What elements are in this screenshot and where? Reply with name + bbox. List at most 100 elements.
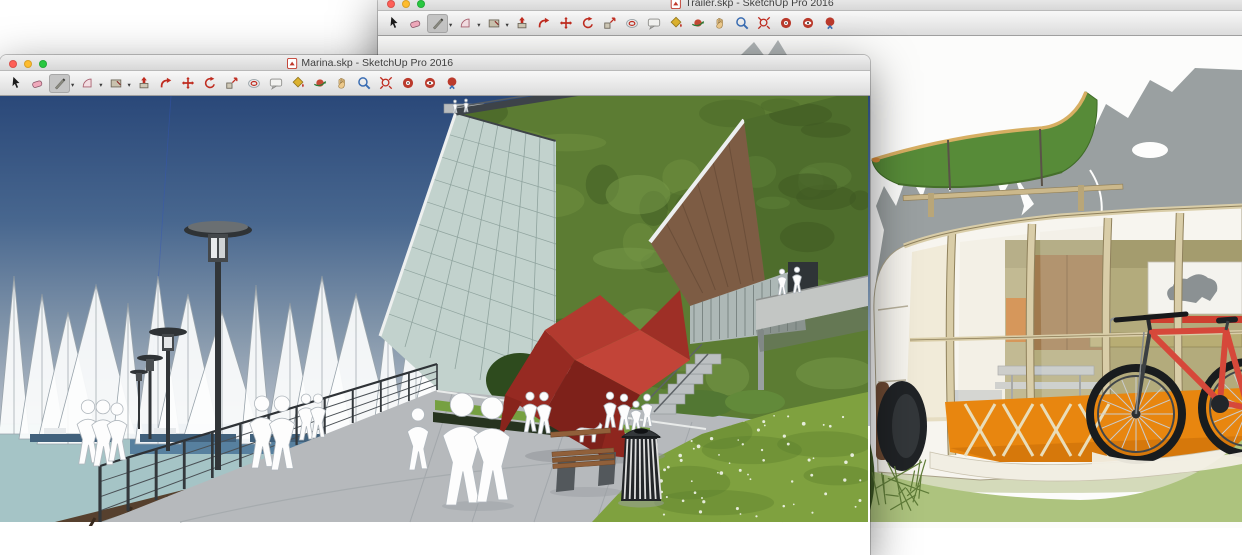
bear-graphic bbox=[1148, 262, 1242, 314]
tool-eraser-button[interactable] bbox=[27, 74, 48, 93]
offset-icon bbox=[625, 16, 639, 30]
push-pull-icon bbox=[137, 76, 151, 90]
tool-scale-button[interactable] bbox=[222, 74, 243, 93]
tool-orbit-button[interactable] bbox=[310, 74, 331, 93]
dropdown-caret-icon[interactable]: ▾ bbox=[128, 83, 131, 90]
tool-walk-button[interactable] bbox=[820, 14, 841, 33]
select-icon bbox=[9, 76, 23, 90]
tool-position-camera-button[interactable] bbox=[776, 14, 797, 33]
tool-push-pull-button[interactable] bbox=[134, 74, 155, 93]
window-title: Trailer.skp - SketchUp Pro 2016 bbox=[670, 0, 833, 9]
close-button[interactable] bbox=[387, 0, 395, 8]
tool-position-camera-button[interactable] bbox=[398, 74, 419, 93]
minimize-button[interactable] bbox=[402, 0, 410, 8]
tool-move-button[interactable] bbox=[556, 14, 577, 33]
scale-icon bbox=[225, 76, 239, 90]
tool-zoom-button[interactable] bbox=[732, 14, 753, 33]
tool-eraser-button[interactable] bbox=[405, 14, 426, 33]
walk-icon bbox=[823, 16, 837, 30]
tool-push-pull-button[interactable] bbox=[512, 14, 533, 33]
tool-shapes-button[interactable] bbox=[484, 14, 505, 33]
tool-shapes-button[interactable] bbox=[106, 74, 127, 93]
shapes-icon bbox=[487, 16, 501, 30]
zoom-button[interactable] bbox=[417, 0, 425, 8]
tool-tape-measure-button[interactable] bbox=[644, 14, 665, 33]
window-title-text: Trailer.skp - SketchUp Pro 2016 bbox=[685, 0, 833, 9]
tool-orbit-button[interactable] bbox=[688, 14, 709, 33]
tool-move-button[interactable] bbox=[178, 74, 199, 93]
pan-icon bbox=[335, 76, 349, 90]
tool-look-around-button[interactable] bbox=[798, 14, 819, 33]
tool-look-around-button[interactable] bbox=[420, 74, 441, 93]
close-button[interactable] bbox=[9, 60, 17, 68]
follow-me-icon bbox=[159, 76, 173, 90]
tool-select-button[interactable] bbox=[383, 14, 404, 33]
dropdown-caret-icon[interactable]: ▾ bbox=[449, 23, 452, 30]
window-title-text: Marina.skp - SketchUp Pro 2016 bbox=[301, 57, 453, 69]
toolbar: ▾ ▾ ▾ bbox=[0, 71, 870, 96]
trash-can bbox=[618, 428, 664, 507]
dropdown-caret-icon[interactable]: ▾ bbox=[71, 83, 74, 90]
tool-rotate-button[interactable] bbox=[578, 14, 599, 33]
follow-me-icon bbox=[537, 16, 551, 30]
tool-zoom-extents-button[interactable] bbox=[754, 14, 775, 33]
tool-pan-button[interactable] bbox=[710, 14, 731, 33]
tool-follow-me-button[interactable] bbox=[156, 74, 177, 93]
tool-follow-me-button[interactable] bbox=[534, 14, 555, 33]
tool-paint-bucket-button[interactable] bbox=[666, 14, 687, 33]
tape-measure-icon bbox=[269, 76, 283, 90]
zoom-icon bbox=[735, 16, 749, 30]
marina-drawing bbox=[0, 96, 870, 526]
paint-bucket-icon bbox=[291, 76, 305, 90]
walk-icon bbox=[445, 76, 459, 90]
select-icon bbox=[387, 16, 401, 30]
camper-wheel bbox=[876, 381, 927, 471]
tool-line-button[interactable] bbox=[49, 74, 70, 93]
move-icon bbox=[559, 16, 573, 30]
tape-measure-icon bbox=[647, 16, 661, 30]
shapes-icon bbox=[109, 76, 123, 90]
tool-offset-button[interactable] bbox=[244, 74, 265, 93]
dropdown-caret-icon[interactable]: ▾ bbox=[99, 83, 102, 90]
rotate-icon bbox=[203, 76, 217, 90]
push-pull-icon bbox=[515, 16, 529, 30]
window-controls bbox=[387, 0, 425, 8]
sketchup-doc-icon bbox=[670, 0, 681, 9]
paint-bucket-icon bbox=[669, 16, 683, 30]
line-icon bbox=[431, 16, 445, 30]
orbit-icon bbox=[691, 16, 705, 30]
tool-tape-measure-button[interactable] bbox=[266, 74, 287, 93]
look-around-icon bbox=[801, 16, 815, 30]
sketchup-doc-icon bbox=[286, 58, 297, 69]
tool-zoom-button[interactable] bbox=[354, 74, 375, 93]
look-around-icon bbox=[423, 76, 437, 90]
dropdown-caret-icon[interactable]: ▾ bbox=[506, 23, 509, 30]
tool-walk-button[interactable] bbox=[442, 74, 463, 93]
marina-window: Marina.skp - SketchUp Pro 2016 ▾ ▾ ▾ bbox=[0, 55, 870, 555]
offset-icon bbox=[247, 76, 261, 90]
tool-rotate-button[interactable] bbox=[200, 74, 221, 93]
pan-icon bbox=[713, 16, 727, 30]
marina-viewport[interactable] bbox=[0, 96, 870, 526]
eraser-icon bbox=[409, 16, 423, 30]
position-camera-icon bbox=[401, 76, 415, 90]
tool-arc-button[interactable] bbox=[455, 14, 476, 33]
marina-titlebar[interactable]: Marina.skp - SketchUp Pro 2016 bbox=[0, 55, 870, 71]
orbit-icon bbox=[313, 76, 327, 90]
tool-scale-button[interactable] bbox=[600, 14, 621, 33]
zoom-button[interactable] bbox=[39, 60, 47, 68]
tool-offset-button[interactable] bbox=[622, 14, 643, 33]
tool-paint-bucket-button[interactable] bbox=[288, 74, 309, 93]
trailer-titlebar[interactable]: Trailer.skp - SketchUp Pro 2016 bbox=[378, 0, 1242, 11]
zoom-extents-icon bbox=[757, 16, 771, 30]
position-camera-icon bbox=[779, 16, 793, 30]
tool-pan-button[interactable] bbox=[332, 74, 353, 93]
tool-line-button[interactable] bbox=[427, 14, 448, 33]
tool-select-button[interactable] bbox=[5, 74, 26, 93]
window-controls bbox=[9, 60, 47, 68]
tool-arc-button[interactable] bbox=[77, 74, 98, 93]
tool-zoom-extents-button[interactable] bbox=[376, 74, 397, 93]
minimize-button[interactable] bbox=[24, 60, 32, 68]
dropdown-caret-icon[interactable]: ▾ bbox=[477, 23, 480, 30]
eraser-icon bbox=[31, 76, 45, 90]
